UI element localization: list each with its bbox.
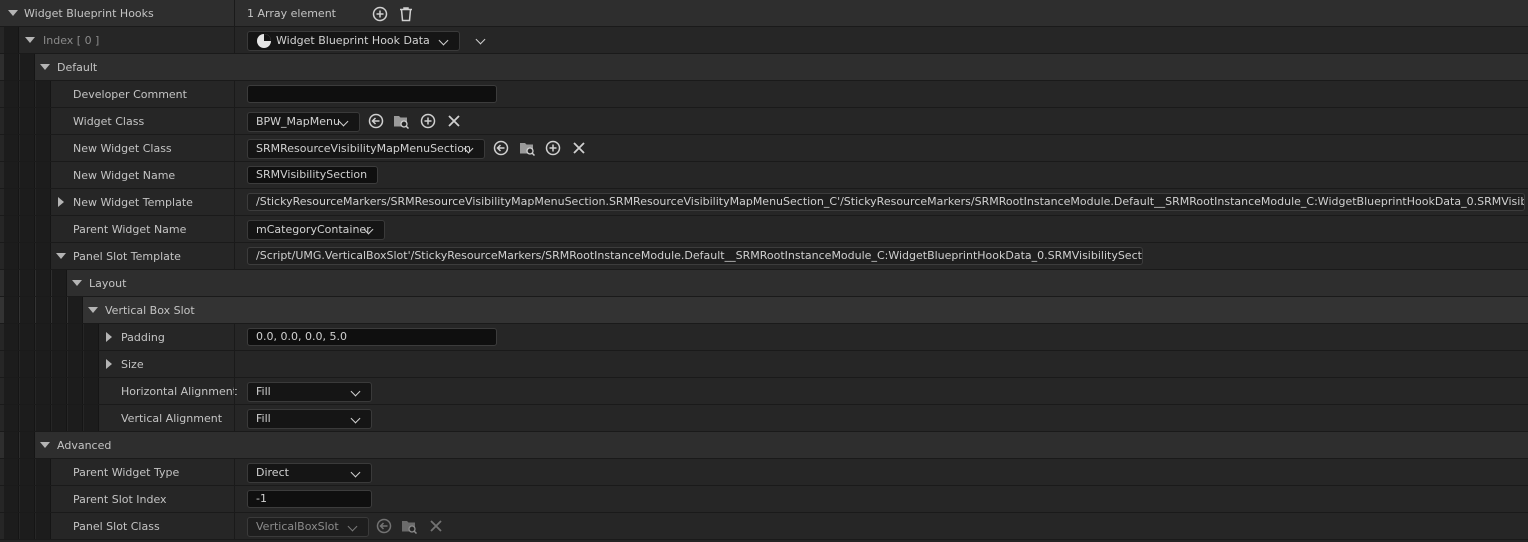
find-in-browser-icon[interactable]	[393, 113, 409, 129]
vertical-alignment-row: Vertical Alignment Fill	[0, 405, 1528, 432]
delete-icon[interactable]	[398, 6, 414, 22]
padding-label: Padding	[121, 331, 165, 344]
hook-type-combo[interactable]: Widget Blueprint Hook Data	[247, 31, 460, 51]
new-widget-class-label: New Widget Class	[73, 142, 172, 155]
new-widget-template-row: New Widget Template /StickyResourceMarke…	[0, 189, 1528, 216]
expand-arrow-icon[interactable]	[56, 253, 66, 259]
widget-class-row: Widget Class BPW_MapMenu	[0, 108, 1528, 135]
expand-arrow-icon[interactable]	[40, 442, 50, 448]
panel-slot-template-field[interactable]: /Script/UMG.VerticalBoxSlot'/StickyResou…	[247, 247, 1143, 265]
developer-comment-label: Developer Comment	[73, 88, 187, 101]
parent-widget-name-row: Parent Widget Name mCategoryContainer	[0, 216, 1528, 243]
vertical-box-slot-label: Vertical Box Slot	[105, 304, 195, 317]
size-row: Size	[0, 351, 1528, 378]
new-widget-name-label: New Widget Name	[73, 169, 176, 182]
default-category-row: Default	[0, 54, 1528, 81]
array-count-label: 1 Array element	[247, 7, 336, 20]
parent-widget-type-label: Parent Widget Type	[73, 466, 180, 479]
widget-class-combo[interactable]: BPW_MapMenu	[247, 112, 360, 132]
browse-back-icon	[376, 518, 392, 534]
widget-blueprint-hooks-row: Widget Blueprint Hooks 1 Array element	[0, 0, 1528, 27]
new-widget-class-combo[interactable]: SRMResourceVisibilityMapMenuSection	[247, 139, 485, 159]
developer-comment-field[interactable]	[247, 85, 497, 103]
add-element-icon[interactable]	[372, 6, 388, 22]
clear-icon[interactable]	[571, 140, 587, 156]
panel-slot-class-combo: VerticalBoxSlot	[247, 517, 369, 537]
chevron-down-icon	[350, 413, 361, 424]
widget-blueprint-hooks-label: Widget Blueprint Hooks	[24, 7, 154, 20]
default-category-label: Default	[57, 61, 98, 74]
expand-arrow-icon[interactable]	[40, 64, 50, 70]
find-in-browser-icon[interactable]	[519, 140, 535, 156]
parent-widget-type-combo[interactable]: Direct	[247, 463, 372, 483]
panel-slot-template-label: Panel Slot Template	[73, 250, 181, 263]
expand-arrow-icon[interactable]	[25, 37, 35, 43]
parent-slot-index-label: Parent Slot Index	[73, 493, 167, 506]
expand-arrow-icon[interactable]	[88, 307, 98, 313]
expand-arrow-icon[interactable]	[106, 332, 112, 342]
browse-back-icon[interactable]	[368, 113, 384, 129]
parent-widget-type-row: Parent Widget Type Direct	[0, 459, 1528, 486]
vertical-box-slot-row: Vertical Box Slot	[0, 297, 1528, 324]
advanced-category-label: Advanced	[57, 439, 112, 452]
chevron-down-icon	[350, 467, 361, 478]
add-icon[interactable]	[420, 113, 436, 129]
new-widget-template-field[interactable]: /StickyResourceMarkers/SRMResourceVisibi…	[247, 193, 1525, 211]
hook-data-icon	[256, 33, 272, 49]
panel-slot-template-row: Panel Slot Template /Script/UMG.Vertical…	[0, 243, 1528, 270]
vertical-alignment-combo[interactable]: Fill	[247, 409, 372, 429]
size-label: Size	[121, 358, 144, 371]
new-widget-class-row: New Widget Class SRMResourceVisibilityMa…	[0, 135, 1528, 162]
padding-field[interactable]: 0.0, 0.0, 0.0, 5.0	[247, 328, 497, 346]
developer-comment-row: Developer Comment	[0, 81, 1528, 108]
horizontal-alignment-row: Horizontal Alignment Fill	[0, 378, 1528, 405]
chevron-down-icon	[347, 521, 358, 532]
parent-widget-name-combo[interactable]: mCategoryContainer	[247, 220, 385, 240]
chevron-down-icon	[338, 116, 349, 127]
find-in-browser-icon[interactable]	[401, 518, 417, 534]
new-widget-name-row: New Widget Name SRMVisibilitySection	[0, 162, 1528, 189]
panel-slot-class-label: Panel Slot Class	[73, 520, 160, 533]
chevron-down-icon	[350, 386, 361, 397]
add-icon[interactable]	[545, 140, 561, 156]
panel-slot-class-row: Panel Slot Class VerticalBoxSlot	[0, 513, 1528, 540]
options-chevron-icon[interactable]	[475, 34, 486, 45]
index-row: Index [ 0 ] Widget Blueprint Hook Data	[0, 27, 1528, 54]
parent-slot-index-row: Parent Slot Index -1	[0, 486, 1528, 513]
padding-row: Padding 0.0, 0.0, 0.0, 5.0	[0, 324, 1528, 351]
layout-category-label: Layout	[89, 277, 127, 290]
clear-icon[interactable]	[446, 113, 462, 129]
index-label: Index [ 0 ]	[43, 34, 100, 47]
layout-category-row: Layout	[0, 270, 1528, 297]
expand-arrow-icon[interactable]	[106, 359, 112, 369]
expand-arrow-icon[interactable]	[58, 197, 64, 207]
parent-slot-index-field[interactable]: -1	[247, 490, 372, 508]
advanced-category-row: Advanced	[0, 432, 1528, 459]
vertical-alignment-label: Vertical Alignment	[121, 412, 223, 425]
parent-widget-name-label: Parent Widget Name	[73, 223, 187, 236]
horizontal-alignment-label: Horizontal Alignment	[121, 385, 238, 398]
expand-arrow-icon[interactable]	[72, 280, 82, 286]
new-widget-template-label: New Widget Template	[73, 196, 193, 209]
clear-icon	[428, 518, 444, 534]
chevron-down-icon	[438, 35, 449, 46]
browse-back-icon[interactable]	[493, 140, 509, 156]
new-widget-name-field[interactable]: SRMVisibilitySection	[247, 166, 378, 184]
widget-class-label: Widget Class	[73, 115, 145, 128]
expand-arrow-icon[interactable]	[8, 10, 18, 16]
horizontal-alignment-combo[interactable]: Fill	[247, 382, 372, 402]
